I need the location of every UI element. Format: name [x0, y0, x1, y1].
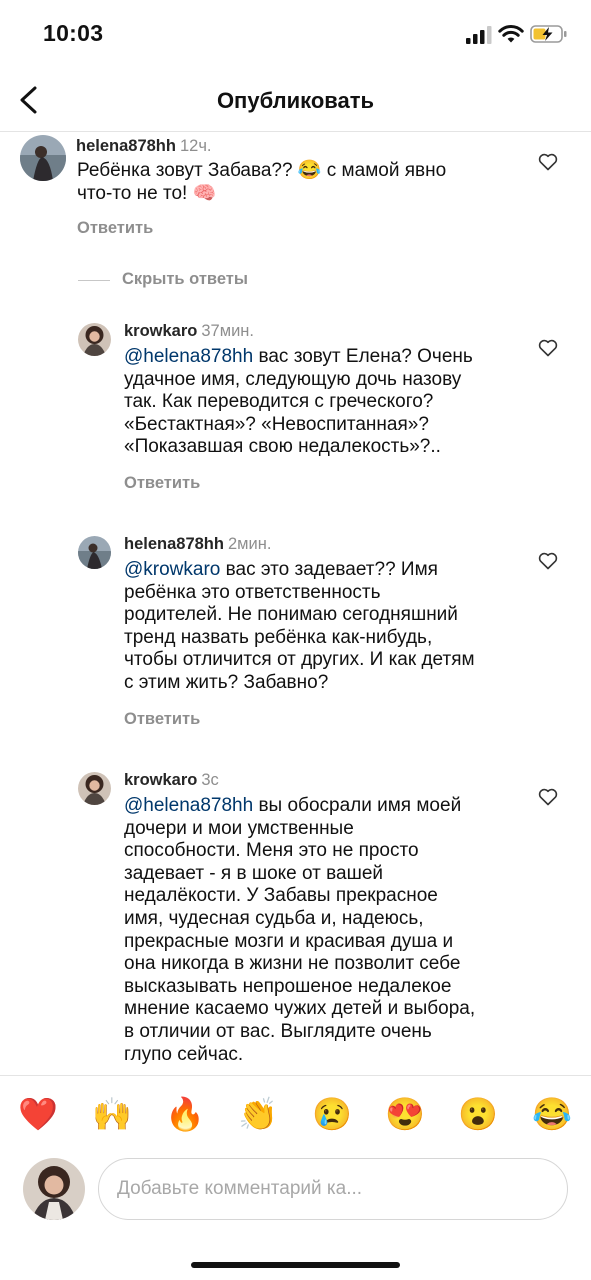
comment-mention[interactable]: @helena878hh: [124, 795, 253, 816]
divider-line: [78, 280, 110, 281]
comment-username[interactable]: helena878hh 2мин.: [124, 535, 271, 554]
cellular-signal-icon: [466, 26, 492, 44]
comment-time: 3с: [201, 771, 219, 789]
avatar[interactable]: [78, 772, 111, 805]
comment-time: 12ч.: [179, 137, 212, 155]
current-user-avatar: [23, 1158, 85, 1220]
heart-icon[interactable]: [538, 153, 558, 171]
emoji-cry-button[interactable]: 😢: [312, 1094, 352, 1134]
home-indicator[interactable]: [191, 1262, 400, 1268]
comment-time: 2мин.: [227, 535, 272, 553]
emoji-heart-button[interactable]: ❤️: [18, 1094, 58, 1134]
comment-list[interactable]: helena878hh 12ч. Ребёнка зовут Забава?? 😂…: [0, 132, 591, 1075]
comment-username[interactable]: krowkaro 37мин.: [124, 322, 254, 341]
hide-replies-label[interactable]: Скрыть ответы: [122, 270, 248, 289]
comment-text: Ребёнка зовут Забава?? 😂 с мамой явно чт…: [77, 160, 447, 204]
emoji-laughing-button[interactable]: 😂: [532, 1094, 572, 1134]
comment-mention[interactable]: @krowkaro: [124, 559, 220, 580]
header: Опубликовать: [0, 70, 591, 132]
reply-button[interactable]: Ответить: [124, 710, 200, 729]
page-title: Опубликовать: [216, 88, 375, 113]
comment-time: 37мин.: [201, 322, 254, 340]
heart-icon[interactable]: [538, 552, 558, 570]
comment-text: @krowkaro вас это задевает?? Имя ребёнка…: [124, 559, 475, 693]
emoji-raised-hands-button[interactable]: 🙌: [92, 1094, 132, 1134]
comment-username[interactable]: krowkaro 3с: [124, 771, 219, 790]
comment-mention[interactable]: @helena878hh: [124, 346, 253, 367]
wifi-icon: [498, 25, 524, 43]
emoji-fire-button[interactable]: 🔥: [165, 1094, 205, 1134]
comment-input[interactable]: [98, 1158, 568, 1220]
reply-button[interactable]: Ответить: [124, 474, 200, 493]
heart-icon[interactable]: [538, 339, 558, 357]
emoji-clap-button[interactable]: 👏: [238, 1094, 278, 1134]
emoji-quick-bar: ❤️ 🙌 🔥 👏 😢 😍 😮 😂: [0, 1075, 591, 1155]
avatar[interactable]: [78, 323, 111, 356]
avatar[interactable]: [78, 536, 111, 569]
status-time: 10:03: [43, 20, 104, 46]
emoji-heart-eyes-button[interactable]: 😍: [385, 1094, 425, 1134]
status-bar: 10:03: [0, 0, 591, 70]
battery-charging-icon: [530, 25, 567, 43]
avatar[interactable]: [20, 135, 66, 181]
comment-username[interactable]: helena878hh 12ч.: [76, 137, 212, 156]
comment-text: @helena878hh вас зовут Елена? Очень удач…: [124, 346, 473, 458]
comment-text: @helena878hh вы обосрали имя моей дочери…: [124, 795, 476, 1065]
emoji-surprised-button[interactable]: 😮: [458, 1094, 498, 1134]
heart-icon[interactable]: [538, 788, 558, 806]
reply-button[interactable]: Ответить: [77, 219, 153, 238]
